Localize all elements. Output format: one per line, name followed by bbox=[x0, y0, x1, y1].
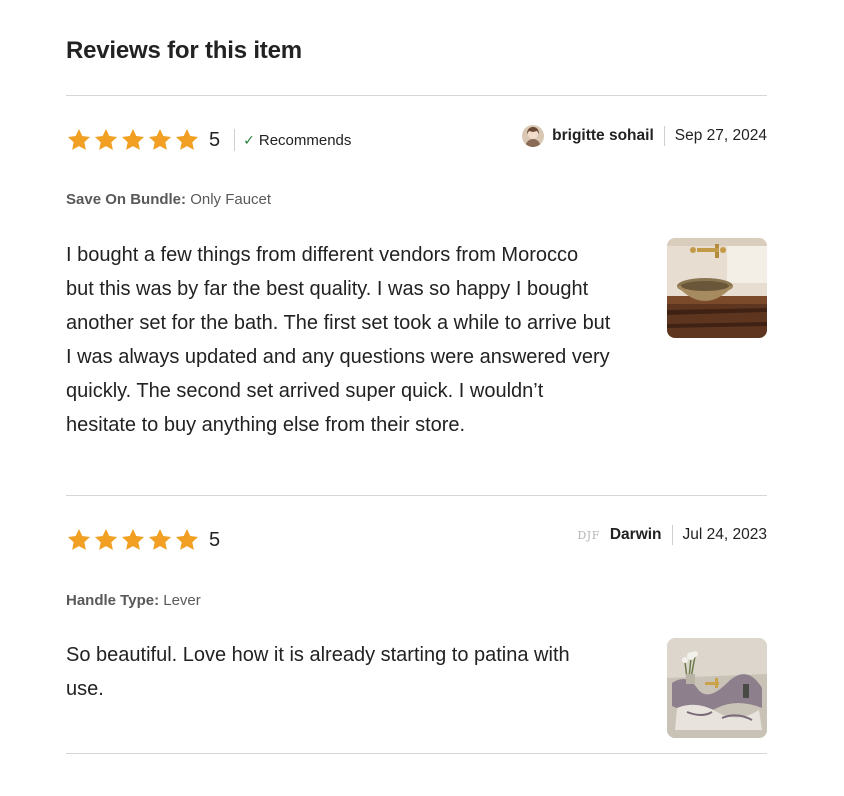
avatar[interactable] bbox=[522, 125, 545, 147]
review-photo[interactable] bbox=[667, 238, 767, 338]
star-icon bbox=[120, 527, 146, 553]
variation-label: Save On Bundle: bbox=[66, 191, 187, 208]
star-icon bbox=[93, 127, 119, 153]
checkmark-icon: ✓ bbox=[243, 131, 255, 148]
star-icon bbox=[66, 527, 92, 553]
rating-value: 5 bbox=[209, 128, 221, 151]
rating-value: 5 bbox=[209, 528, 221, 551]
review-text: So beautiful. Love how it is already sta… bbox=[66, 644, 570, 700]
review-date: Jul 24, 2023 bbox=[682, 526, 767, 543]
star-icon bbox=[147, 527, 173, 553]
section-title: Reviews for this item bbox=[66, 37, 302, 64]
star-icon bbox=[147, 127, 173, 153]
review-meta: brigitte sohail Sep 27, 2024 bbox=[522, 125, 767, 147]
review-date: Sep 27, 2024 bbox=[674, 127, 767, 144]
divider bbox=[66, 495, 767, 496]
author-name[interactable]: brigitte sohail bbox=[552, 127, 654, 145]
review-variation: Save On Bundle: Only Faucet bbox=[66, 191, 271, 208]
recommends-label: Recommends bbox=[258, 131, 352, 149]
star-icon bbox=[93, 527, 119, 553]
author-logo: DJF bbox=[577, 528, 600, 542]
recommends-badge: ✓ Recommends bbox=[234, 129, 351, 151]
divider bbox=[66, 95, 767, 96]
star-icon bbox=[174, 127, 200, 153]
review-photo[interactable] bbox=[667, 638, 767, 738]
star-rating: 5 ✓ Recommends bbox=[66, 127, 351, 153]
author-name[interactable]: Darwin bbox=[610, 526, 662, 544]
star-icon bbox=[66, 127, 92, 153]
star-icon bbox=[120, 127, 146, 153]
star-icon bbox=[174, 527, 200, 553]
meta-separator bbox=[663, 126, 665, 146]
variation-value: Lever bbox=[163, 592, 201, 609]
review-text: I bought a few things from different ven… bbox=[66, 244, 611, 436]
star-rating: 5 bbox=[66, 527, 220, 553]
review-variation: Handle Type: Lever bbox=[66, 592, 201, 609]
variation-label: Handle Type: bbox=[66, 592, 160, 609]
meta-separator bbox=[671, 525, 673, 545]
review-meta: DJF Darwin Jul 24, 2023 bbox=[577, 525, 767, 545]
divider bbox=[66, 753, 767, 754]
variation-value: Only Faucet bbox=[190, 191, 272, 208]
